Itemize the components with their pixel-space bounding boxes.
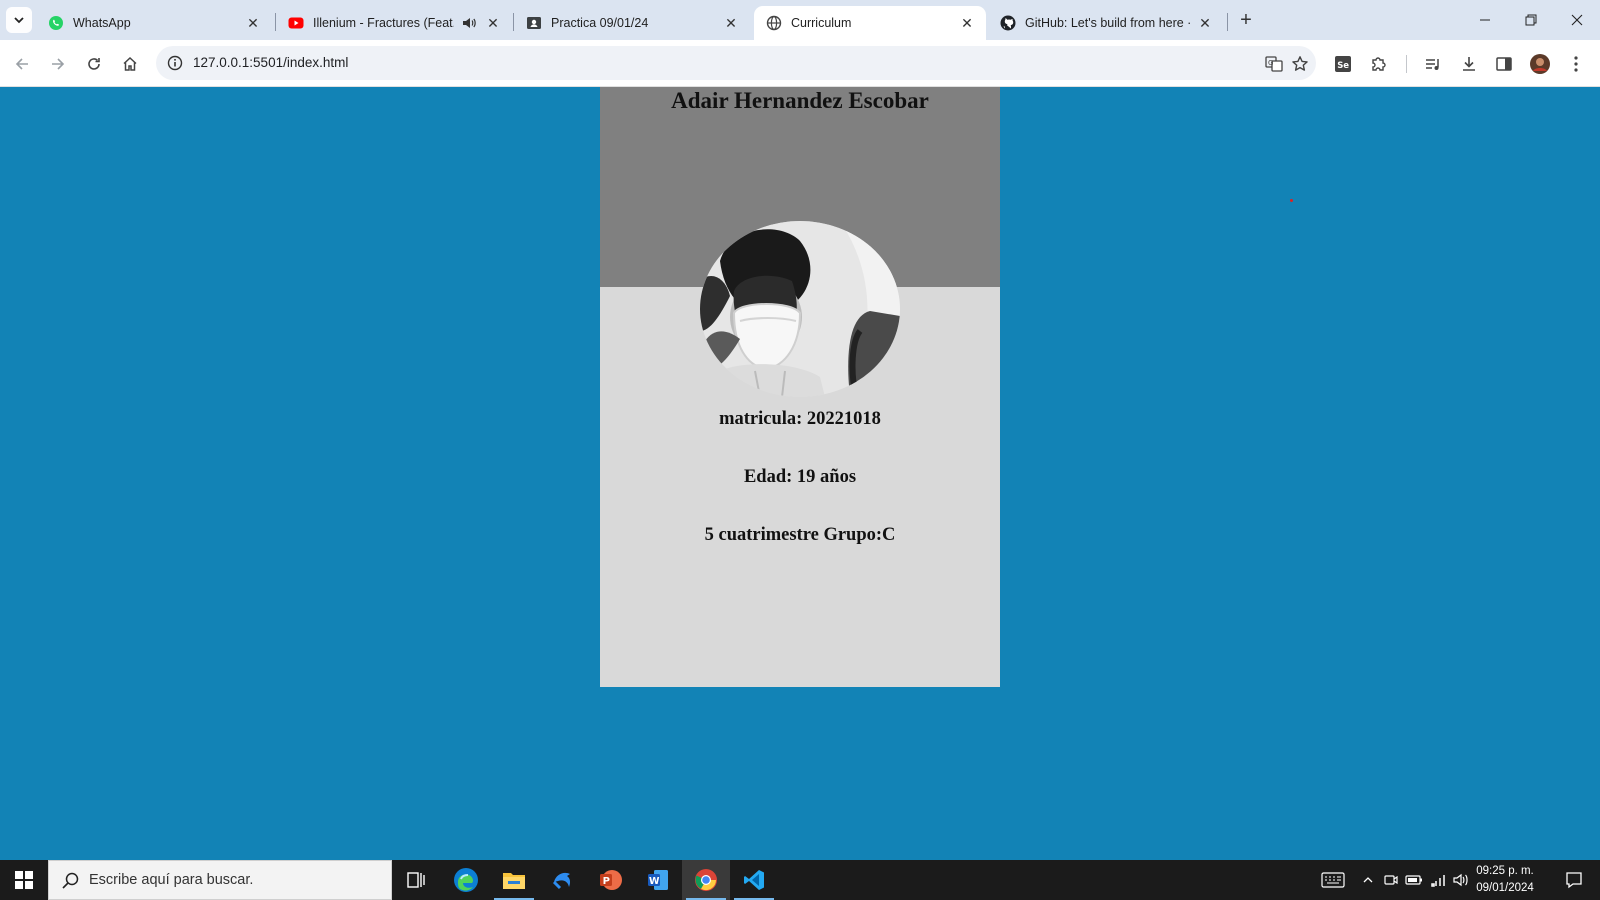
close-icon[interactable]: ✕: [1196, 14, 1214, 32]
media-control-icon[interactable]: [1420, 51, 1446, 77]
meet-now-icon[interactable]: [1381, 870, 1401, 890]
contact-card-icon: [526, 15, 542, 31]
windows-logo-icon: [15, 871, 33, 889]
windows-taskbar: Escribe aquí para buscar. P W 09:25 p. m…: [0, 860, 1600, 900]
tab-practica[interactable]: Practica 09/01/24 ✕: [514, 6, 750, 40]
search-placeholder: Escribe aquí para buscar.: [89, 872, 254, 888]
extensions-puzzle-icon[interactable]: [1366, 51, 1392, 77]
download-icon[interactable]: [1456, 51, 1482, 77]
forward-button[interactable]: [44, 50, 72, 78]
restore-icon: [1525, 14, 1537, 26]
keyboard-layout-icon[interactable]: [1320, 870, 1346, 890]
address-bar[interactable]: 127.0.0.1:5501/index.html G: [156, 46, 1316, 80]
tab-title: WhatsApp: [73, 16, 131, 30]
youtube-icon: [288, 15, 304, 31]
back-button[interactable]: [8, 50, 36, 78]
notification-center-button[interactable]: [1554, 860, 1594, 900]
taskbar-vscode[interactable]: [730, 860, 778, 900]
clock-time: 09:25 p. m.: [1476, 865, 1534, 877]
vscode-icon: [744, 870, 764, 890]
search-icon: [62, 872, 79, 889]
tab-search-button[interactable]: [6, 7, 32, 33]
task-view-icon: [407, 872, 425, 888]
powerpoint-icon: P: [600, 870, 622, 890]
svg-text:G: G: [1268, 59, 1273, 67]
close-icon[interactable]: ✕: [244, 14, 262, 32]
taskbar-app-arrow[interactable]: [538, 860, 586, 900]
taskbar-search-box[interactable]: Escribe aquí para buscar.: [48, 860, 392, 900]
minimize-icon: [1480, 19, 1490, 21]
grupo-text: 5 cuatrimestre Grupo:C: [704, 525, 896, 545]
close-icon: [1571, 14, 1583, 26]
svg-text:W: W: [649, 876, 660, 887]
whatsapp-icon: [48, 15, 64, 31]
edge-icon: [454, 868, 478, 892]
wifi-icon[interactable]: [1429, 870, 1449, 890]
tab-curriculum[interactable]: Curriculum ✕: [754, 6, 986, 40]
chrome-icon: [695, 869, 717, 891]
start-button[interactable]: [0, 860, 48, 900]
home-icon: [123, 56, 137, 71]
file-explorer-icon: [503, 873, 525, 889]
volume-icon[interactable]: [1451, 870, 1471, 890]
word-icon: W: [648, 870, 668, 890]
page-viewport: Adair Hernandez Escobar matricula: 20221…: [0, 87, 1600, 860]
profile-name: Adair Hernandez Escobar: [671, 88, 929, 113]
url-text[interactable]: 127.0.0.1:5501/index.html: [193, 55, 348, 70]
taskbar-powerpoint[interactable]: P: [586, 860, 634, 900]
selenium-extension-icon[interactable]: Se: [1330, 51, 1356, 77]
arrow-right-icon: [52, 58, 65, 70]
close-window-button[interactable]: [1554, 0, 1600, 40]
notification-icon: [1566, 872, 1582, 889]
tab-whatsapp[interactable]: WhatsApp ✕: [36, 6, 272, 40]
close-icon[interactable]: ✕: [722, 14, 740, 32]
tab-title: Illenium - Fractures (Feat. N: [313, 16, 454, 30]
red-dot: [1290, 199, 1293, 202]
clock-date: 09/01/2024: [1476, 882, 1534, 894]
taskbar-word[interactable]: W: [634, 860, 682, 900]
taskbar-clock[interactable]: 09:25 p. m. 09/01/2024: [1470, 863, 1540, 897]
tab-title: GitHub: Let's build from here · G: [1025, 16, 1190, 30]
close-icon[interactable]: ✕: [958, 14, 976, 32]
site-info-icon[interactable]: [164, 52, 186, 74]
globe-icon: [766, 15, 782, 31]
battery-icon[interactable]: [1404, 870, 1424, 890]
profile-photo: [700, 221, 900, 397]
tab-title: Curriculum: [791, 16, 852, 30]
audio-playing-icon[interactable]: [460, 14, 478, 32]
matricula-text: matricula: 20221018: [719, 409, 881, 429]
task-view-button[interactable]: [392, 860, 440, 900]
edad-text: Edad: 19 años: [743, 467, 857, 487]
restore-button[interactable]: [1508, 0, 1554, 40]
arrow-left-icon: [15, 58, 28, 70]
bookmark-star-icon[interactable]: [1288, 52, 1312, 76]
minimize-button[interactable]: [1462, 0, 1508, 40]
home-button[interactable]: [116, 50, 144, 78]
tab-strip: WhatsApp ✕ Illenium - Fractures (Feat. N…: [0, 0, 1600, 40]
toolbar-separator: [1406, 55, 1407, 73]
tab-github[interactable]: GitHub: Let's build from here · G ✕: [988, 6, 1224, 40]
tab-separator: [1227, 13, 1228, 31]
taskbar-file-explorer[interactable]: [490, 860, 538, 900]
close-icon[interactable]: ✕: [484, 14, 502, 32]
browser-toolbar: 127.0.0.1:5501/index.html G Se: [0, 40, 1600, 87]
tab-title: Practica 09/01/24: [551, 16, 649, 30]
svg-text:P: P: [603, 876, 610, 887]
chevron-down-icon: [14, 17, 24, 24]
side-panel-icon[interactable]: [1491, 51, 1517, 77]
new-tab-button[interactable]: +: [1234, 8, 1258, 32]
reload-button[interactable]: [80, 50, 108, 78]
taskbar-edge[interactable]: [442, 860, 490, 900]
app-arrow-icon: [552, 872, 571, 890]
taskbar-chrome[interactable]: [682, 860, 730, 900]
svg-text:Se: Se: [1337, 61, 1349, 71]
translate-icon[interactable]: G: [1262, 52, 1286, 76]
github-icon: [1000, 15, 1016, 31]
menu-kebab-icon[interactable]: [1563, 51, 1589, 77]
tab-youtube[interactable]: Illenium - Fractures (Feat. N ✕: [276, 6, 512, 40]
profile-card: Adair Hernandez Escobar matricula: 20221…: [600, 87, 1000, 687]
profile-avatar[interactable]: [1527, 51, 1553, 77]
chevron-up-icon[interactable]: [1358, 870, 1378, 890]
reload-icon: [88, 58, 100, 70]
